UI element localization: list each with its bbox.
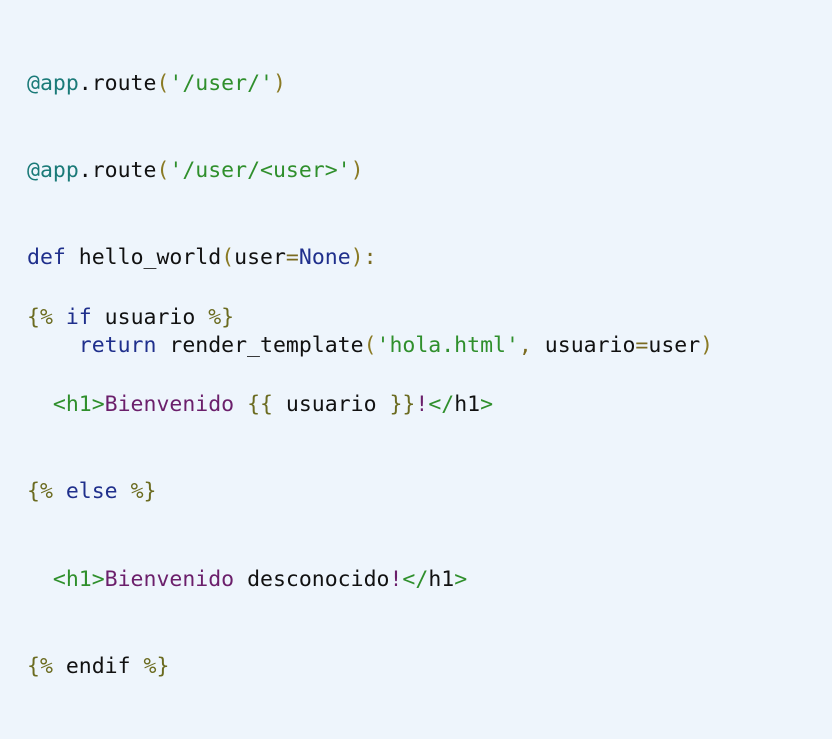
- code-line: {% else %}: [27, 477, 493, 514]
- decorator-token: @app: [27, 71, 79, 96]
- value-token: user: [648, 332, 701, 358]
- delimiter-token: %}: [195, 305, 235, 330]
- string-token: '/user/<user>': [169, 158, 351, 184]
- tag-token: >: [480, 392, 494, 418]
- text-token: !: [415, 392, 429, 418]
- indent-token: [27, 567, 53, 592]
- template-code-block: {% if usuario %} <h1>Bienvenido {{ usuar…: [27, 253, 493, 739]
- code-line: @app.route('/user/'): [27, 69, 713, 106]
- variable-token: usuario: [272, 392, 377, 418]
- delimiter-token: %}: [117, 479, 157, 505]
- keyword-token: if: [52, 305, 92, 330]
- paren-token: (: [156, 158, 170, 184]
- paren-token: ): [272, 71, 286, 96]
- delimiter-token: {%: [27, 305, 53, 330]
- code-line: <h1>Bienvenido desconocido!</h1>: [27, 565, 493, 602]
- comma-token: ,: [518, 332, 532, 358]
- variable-token: usuario: [91, 305, 196, 330]
- tag-token: </: [428, 392, 455, 418]
- tag-token: <h1>: [52, 392, 105, 418]
- decorator-token: @app: [27, 158, 79, 184]
- tag-token: <h1>: [52, 566, 105, 592]
- paren-token: (: [156, 71, 170, 96]
- code-line: <h1>Bienvenido {{ usuario }}!</h1>: [27, 390, 493, 427]
- delimiter-token: {{: [234, 392, 273, 418]
- keyword-token: endif: [52, 653, 131, 679]
- delimiter-token: %}: [130, 653, 170, 679]
- text-token: Bienvenido: [104, 392, 235, 418]
- indent-token: [27, 392, 53, 417]
- code-line: @app.route('/user/<user>'): [27, 156, 713, 193]
- tag-token: </: [402, 566, 429, 592]
- text-token: Bienvenido: [104, 566, 235, 592]
- word-token: desconocido: [234, 566, 390, 592]
- delimiter-token: {%: [27, 479, 53, 505]
- delimiter-token: }}: [376, 392, 416, 418]
- code-line: {% if usuario %}: [27, 303, 493, 340]
- string-token: '/user/': [169, 71, 273, 96]
- method-token: .route: [78, 158, 157, 184]
- kwarg-token: usuario: [531, 332, 636, 358]
- tag-name-token: h1: [454, 392, 481, 418]
- tag-token: >: [454, 566, 468, 592]
- code-panel: @app.route('/user/') @app.route('/user/<…: [0, 0, 832, 679]
- paren-token: ): [700, 332, 714, 358]
- method-token: .route: [78, 71, 157, 96]
- text-token: !: [389, 566, 403, 592]
- paren-token: ): [350, 158, 364, 184]
- operator-token: =: [635, 332, 649, 358]
- delimiter-token: {%: [27, 653, 53, 679]
- code-line: {% endif %}: [27, 652, 493, 689]
- tag-name-token: h1: [428, 566, 455, 592]
- keyword-token: else: [52, 479, 118, 505]
